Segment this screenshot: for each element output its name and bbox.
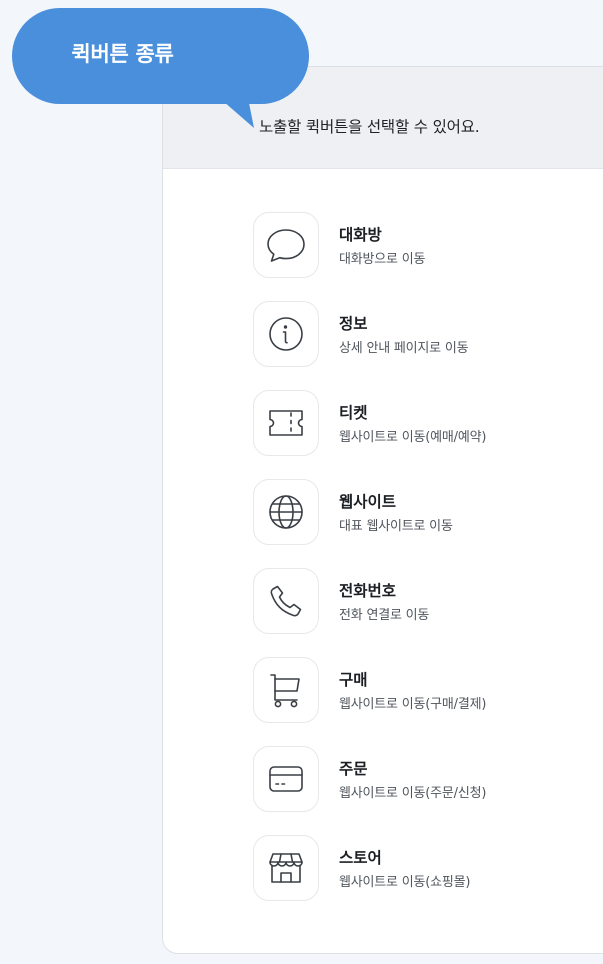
cart-icon (270, 674, 300, 708)
icon-box (253, 212, 319, 278)
bubble-title: 퀵버튼 종류 (71, 42, 174, 66)
item-title: 전화번호 (339, 582, 397, 600)
chat-bubble-icon (267, 229, 305, 262)
store-icon (269, 853, 303, 883)
item-description: 웹사이트로 이동(쇼핑몰) (339, 875, 471, 890)
item-description: 웹사이트로 이동(구매/결제) (339, 697, 487, 712)
ticket-icon (269, 410, 303, 436)
item-title: 정보 (339, 315, 368, 333)
phone-icon (270, 585, 302, 617)
card-icon (269, 766, 303, 792)
icon-box (253, 301, 319, 367)
item-description: 웹사이트로 이동(예매/예약) (339, 430, 487, 445)
item-title: 주문 (339, 760, 368, 778)
item-title: 구매 (339, 671, 368, 689)
globe-icon (269, 495, 303, 529)
item-title: 스토어 (339, 849, 382, 867)
icon-box (253, 479, 319, 545)
header-description: 노출할 퀵버튼을 선택할 수 있어요. (259, 118, 480, 136)
item-description: 상세 안내 페이지로 이동 (339, 341, 469, 356)
icon-box (253, 657, 319, 723)
icon-box (253, 390, 319, 456)
info-icon (269, 317, 303, 351)
item-description: 웹사이트로 이동(주문/신청) (339, 786, 487, 801)
icon-box (253, 835, 319, 901)
icon-box (253, 568, 319, 634)
item-title: 웹사이트 (339, 493, 397, 511)
item-title: 티켓 (339, 404, 368, 422)
speech-bubble: 퀵버튼 종류 (12, 8, 309, 104)
icon-box (253, 746, 319, 812)
item-description: 전화 연결로 이동 (339, 608, 430, 623)
item-title: 대화방 (339, 226, 382, 244)
quick-button-panel: 노출할 퀵버튼을 선택할 수 있어요. 대화방 대화방으로 이동 정보 상세 안… (162, 66, 603, 954)
item-description: 대화방으로 이동 (339, 252, 426, 267)
item-description: 대표 웹사이트로 이동 (339, 519, 453, 534)
